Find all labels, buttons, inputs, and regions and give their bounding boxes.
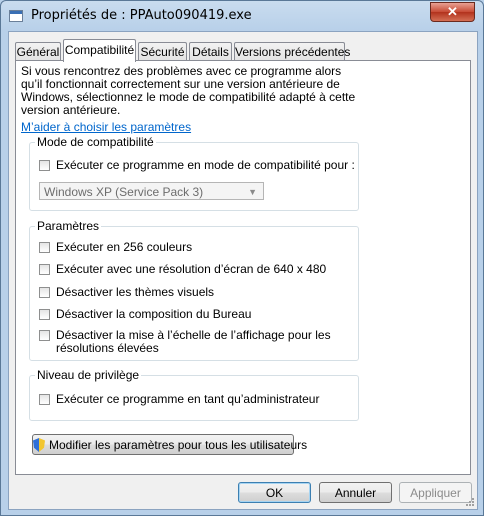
privilege-group: Niveau de privilège Exécuter ce programm… bbox=[29, 368, 359, 421]
intro-text: Si vous rencontrez des problèmes avec ce… bbox=[21, 64, 356, 117]
window-title: Propriétés de : PPAuto090419.exe bbox=[31, 8, 252, 23]
setting-640x480-label: Exécuter avec une résolution d’écran de … bbox=[56, 262, 327, 276]
run-as-admin-row[interactable]: Exécuter ce programme en tant qu’adminis… bbox=[39, 392, 319, 406]
setting-visual-themes-row[interactable]: Désactiver les thèmes visuels bbox=[39, 285, 214, 299]
change-settings-all-users-label: Modifier les paramètres pour tous les ut… bbox=[49, 438, 308, 452]
run-as-admin-checkbox[interactable] bbox=[39, 394, 50, 405]
settings-group-title: Paramètres bbox=[35, 219, 102, 233]
change-settings-all-users-button[interactable]: Modifier les paramètres pour tous les ut… bbox=[32, 434, 307, 455]
setting-dpi-scaling-label-line1: Désactiver la mise à l’échelle de l’affi… bbox=[56, 328, 331, 342]
chevron-down-icon: ▼ bbox=[248, 187, 257, 197]
tab-details[interactable]: Détails bbox=[189, 42, 232, 61]
close-icon: ✕ bbox=[447, 4, 458, 19]
setting-dpi-scaling-row[interactable]: Désactiver la mise à l’échelle de l’affi… bbox=[39, 329, 331, 355]
tab-security[interactable]: Sécurité bbox=[138, 42, 187, 61]
compat-mode-group-title: Mode de compatibilité bbox=[35, 135, 156, 149]
close-button[interactable]: ✕ bbox=[430, 2, 475, 22]
compat-mode-checkbox[interactable] bbox=[39, 160, 50, 171]
properties-window: Propriétés de : PPAuto090419.exe ✕ Génér… bbox=[0, 0, 484, 516]
settings-group: Paramètres Exécuter en 256 couleurs Exéc… bbox=[29, 219, 359, 361]
setting-640x480-checkbox[interactable] bbox=[39, 264, 50, 275]
tab-previous-versions[interactable]: Versions précédentes bbox=[234, 42, 350, 61]
window-app-icon bbox=[9, 10, 23, 22]
resize-grip-icon[interactable] bbox=[465, 497, 475, 507]
setting-256-colors-label: Exécuter en 256 couleurs bbox=[56, 240, 193, 254]
setting-dpi-scaling-label-line2: résolutions élevées bbox=[56, 341, 159, 355]
uac-shield-icon bbox=[33, 438, 45, 452]
setting-dpi-scaling-checkbox[interactable] bbox=[39, 330, 50, 341]
setting-desktop-composition-row[interactable]: Désactiver la composition du Bureau bbox=[39, 307, 251, 321]
setting-desktop-composition-checkbox[interactable] bbox=[39, 309, 50, 320]
compatibility-panel: Si vous rencontrez des problèmes avec ce… bbox=[15, 60, 471, 475]
compat-os-select-value: Windows XP (Service Pack 3) bbox=[44, 185, 204, 199]
dialog-client-area: Général Compatibilité Sécurité Détails V… bbox=[8, 31, 478, 510]
setting-256-colors-row[interactable]: Exécuter en 256 couleurs bbox=[39, 240, 192, 254]
help-choose-settings-link[interactable]: M’aider à choisir les paramètres bbox=[21, 120, 191, 134]
compat-mode-checkbox-row[interactable]: Exécuter ce programme en mode de compati… bbox=[39, 158, 355, 172]
setting-256-colors-checkbox[interactable] bbox=[39, 242, 50, 253]
cancel-button[interactable]: Annuler bbox=[319, 482, 392, 503]
compat-mode-checkbox-label: Exécuter ce programme en mode de compati… bbox=[56, 158, 355, 172]
run-as-admin-label: Exécuter ce programme en tant qu’adminis… bbox=[56, 392, 320, 406]
setting-desktop-composition-label: Désactiver la composition du Bureau bbox=[56, 307, 252, 321]
tab-compatibility[interactable]: Compatibilité bbox=[63, 39, 136, 62]
apply-button[interactable]: Appliquer bbox=[399, 482, 472, 503]
compat-mode-group: Mode de compatibilité Exécuter ce progra… bbox=[29, 135, 359, 211]
title-bar[interactable]: Propriétés de : PPAuto090419.exe ✕ bbox=[1, 1, 483, 31]
compat-os-select[interactable]: Windows XP (Service Pack 3) ▼ bbox=[39, 182, 264, 200]
setting-visual-themes-label: Désactiver les thèmes visuels bbox=[56, 285, 215, 299]
privilege-group-title: Niveau de privilège bbox=[35, 368, 142, 382]
ok-button[interactable]: OK bbox=[238, 482, 311, 503]
setting-visual-themes-checkbox[interactable] bbox=[39, 287, 50, 298]
setting-640x480-row[interactable]: Exécuter avec une résolution d’écran de … bbox=[39, 262, 326, 276]
tab-general[interactable]: Général bbox=[15, 42, 61, 61]
